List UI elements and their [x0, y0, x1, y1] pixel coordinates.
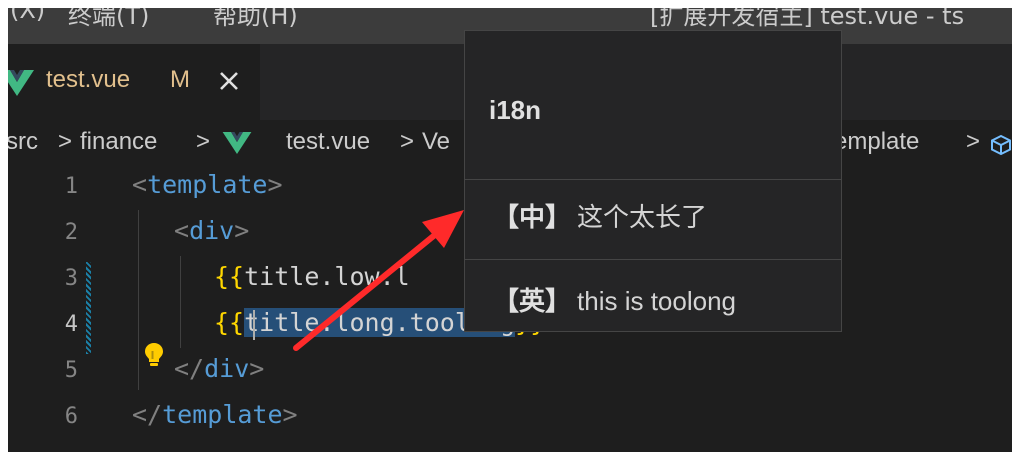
chevron-right-icon: >: [58, 128, 73, 155]
lang-tag-en: 【英】: [493, 286, 572, 316]
vue-icon: [222, 132, 252, 154]
breadcrumb-item-template[interactable]: emplate: [834, 128, 919, 156]
chevron-right-icon: >: [400, 128, 415, 155]
indent-guide: [180, 256, 181, 348]
divider: [465, 259, 841, 260]
vscode-window: (X) 终端(T) 帮助(H) [扩展开发宿主] test.vue - ts t…: [8, 8, 1012, 452]
tab-label: test.vue: [46, 66, 131, 93]
lightbulb-icon[interactable]: [144, 342, 164, 368]
code-line-6: </template>: [132, 400, 298, 429]
breadcrumb-item-src[interactable]: src: [8, 128, 38, 156]
close-icon[interactable]: [218, 70, 240, 92]
chevron-right-icon: >: [196, 128, 211, 155]
code-line-3: {{title.low.l: [214, 262, 410, 291]
translation-row-en: 【英】 this is toolong: [493, 281, 736, 318]
i18n-hover-popup: i18n 【中】 这个太长了 【英】 this is toolong: [464, 30, 842, 332]
hover-title: i18n: [489, 95, 542, 125]
indent-guide: [138, 210, 139, 390]
divider: [465, 179, 841, 180]
git-modified-indicator[interactable]: [86, 262, 91, 354]
modified-badge: M: [170, 66, 190, 93]
code-line-1: <template>: [132, 170, 283, 199]
menu-item-terminal[interactable]: 终端(T): [68, 8, 149, 31]
breadcrumb-item-partial[interactable]: Ve: [422, 128, 450, 156]
line-number: 5: [64, 358, 78, 383]
vue-icon: [8, 70, 34, 96]
chevron-right-icon: >: [966, 128, 981, 155]
line-number: 3: [64, 266, 78, 291]
breadcrumb-item-finance[interactable]: finance: [80, 128, 157, 156]
line-number-active: 4: [64, 312, 78, 337]
menu-item-help[interactable]: 帮助(H): [213, 8, 298, 31]
window-title: [扩展开发宿主] test.vue - ts: [650, 8, 965, 30]
text-cursor: [253, 310, 255, 340]
breadcrumb-item-file[interactable]: test.vue: [286, 128, 370, 156]
menu-item-partial[interactable]: (X): [10, 8, 45, 24]
line-number: 2: [64, 220, 78, 245]
code-line-2: <div>: [174, 216, 250, 245]
cube-icon: [991, 134, 1011, 156]
code-line-5: </div>: [174, 354, 265, 383]
line-number: 1: [64, 174, 78, 199]
lang-tag-zh: 【中】: [493, 202, 572, 232]
tab-test-vue[interactable]: test.vue M: [8, 44, 260, 120]
line-number: 6: [64, 404, 78, 429]
translation-row-zh: 【中】 这个太长了: [493, 197, 707, 234]
translation-text-en: this is toolong: [577, 286, 736, 316]
translation-text-zh: 这个太长了: [577, 202, 708, 232]
